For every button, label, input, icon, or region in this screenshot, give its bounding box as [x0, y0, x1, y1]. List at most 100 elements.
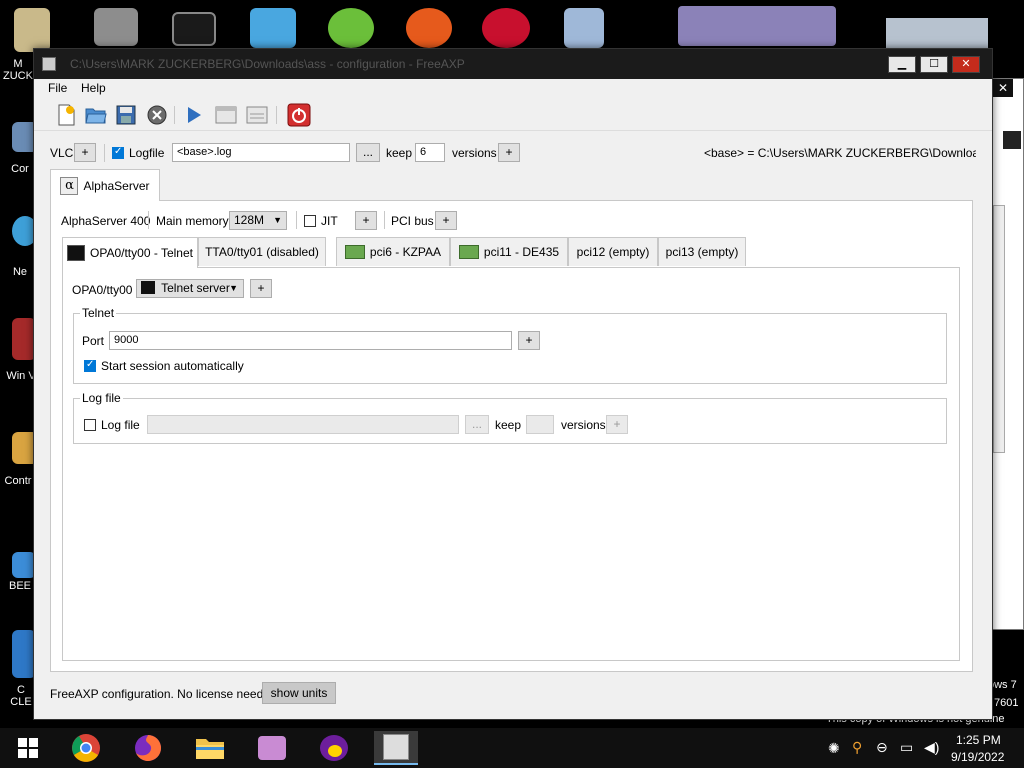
title-bar[interactable]: C:\Users\MARK ZUCKERBERG\Downloads\ass -…	[34, 49, 992, 79]
logfile-input[interactable]: <base>.log	[172, 143, 350, 162]
desktop-p-app-icon[interactable]	[406, 8, 452, 48]
pci-add-button[interactable]: +	[435, 211, 457, 230]
yahoo-messenger-icon	[320, 735, 348, 761]
volume-tray-icon[interactable]: ◀)	[924, 739, 939, 756]
device-logfile-checkbox[interactable]	[84, 419, 96, 431]
power-icon[interactable]	[287, 103, 311, 127]
yahoo-taskbar-button[interactable]	[312, 731, 356, 765]
chrome-taskbar-button[interactable]	[64, 731, 108, 765]
desktop-label-network: Ne	[12, 266, 28, 278]
close-icon[interactable]: ✕	[993, 79, 1013, 97]
device-logfile-add-button[interactable]: +	[606, 415, 628, 434]
windows-build-fragment: 7601	[994, 697, 1019, 709]
tab-alphaserver[interactable]: α AlphaServer	[50, 169, 160, 201]
port-add-button[interactable]: +	[518, 331, 540, 350]
desktop-computer-icon[interactable]	[564, 8, 604, 48]
display-tray-icon[interactable]: ▭	[900, 739, 913, 756]
device-logfile-group-title: Log file	[80, 391, 123, 405]
autostart-checkbox[interactable]	[84, 359, 96, 372]
menu-file[interactable]: File	[48, 81, 67, 95]
explorer-taskbar-button[interactable]	[188, 731, 232, 765]
pci-card-icon	[458, 245, 479, 259]
status-tray-icon[interactable]: ⊖	[876, 739, 888, 756]
device-add-button[interactable]: +	[250, 279, 272, 298]
device-logfile-group: Log file Log file ... keep versions +	[73, 391, 947, 444]
device-keep-input[interactable]	[526, 415, 554, 434]
minimize-button[interactable]: ▁	[888, 56, 916, 73]
chevron-down-icon: ▼	[229, 283, 238, 293]
app-taskbar-button[interactable]	[250, 731, 294, 765]
device-panel: OPA0/tty00 Telnet server ▼ + Telnet Port…	[62, 267, 960, 661]
device-type-value: Telnet server	[161, 281, 230, 295]
keep-versions-input[interactable]: 6	[415, 143, 445, 162]
freeaxp-icon	[383, 734, 409, 760]
clock-date[interactable]: 9/19/2022	[951, 750, 1004, 764]
background-window: ✕	[992, 78, 1024, 630]
run-icon[interactable]	[182, 103, 206, 127]
device-type-select[interactable]: Telnet server ▼	[136, 279, 244, 298]
tab-pci13[interactable]: pci13 (empty)	[658, 237, 746, 266]
menu-help[interactable]: Help	[81, 81, 106, 95]
firefox-taskbar-button[interactable]	[126, 731, 170, 765]
windows-icon	[18, 738, 38, 758]
autostart-label: Start session automatically	[101, 359, 244, 373]
tab-pci13-label: pci13 (empty)	[665, 245, 739, 259]
tab-pci12-label: pci12 (empty)	[576, 245, 650, 259]
desktop-cmd-icon[interactable]	[172, 12, 216, 46]
terminal-icon	[67, 245, 86, 261]
desktop-user-folder-icon[interactable]	[14, 8, 50, 52]
tab-pci11[interactable]: pci11 - DE435	[450, 237, 568, 266]
desktop-bad-piggies-icon[interactable]	[328, 8, 374, 48]
yahoo-messenger-window[interactable]	[678, 6, 836, 46]
scrollbar[interactable]	[993, 205, 1005, 453]
freeaxp-taskbar-button[interactable]	[374, 731, 418, 765]
device-logfile-browse-button[interactable]: ...	[465, 415, 489, 434]
desktop-app-icon[interactable]	[250, 8, 296, 48]
server-model: AlphaServer 400	[61, 214, 151, 228]
close-config-icon[interactable]	[145, 103, 169, 127]
desktop-notes-icon[interactable]	[94, 8, 138, 46]
tab-pci12[interactable]: pci12 (empty)	[568, 237, 658, 266]
panel-icon[interactable]	[245, 103, 269, 127]
device-versions-label: versions	[561, 418, 606, 432]
jit-add-button[interactable]: +	[355, 211, 377, 230]
freeaxp-window: C:\Users\MARK ZUCKERBERG\Downloads\ass -…	[33, 48, 993, 720]
close-button[interactable]: ✕	[952, 56, 980, 73]
app-icon[interactable]	[42, 57, 56, 71]
save-icon[interactable]	[114, 103, 138, 127]
tab-opa0-label: OPA0/tty00 - Telnet	[90, 246, 193, 260]
tab-alphaserver-label: AlphaServer	[83, 178, 150, 193]
port-input[interactable]: 9000	[109, 331, 512, 350]
start-button[interactable]	[6, 731, 50, 765]
logfile-browse-button[interactable]: ...	[356, 143, 380, 162]
jit-checkbox[interactable]	[304, 215, 316, 227]
search-tray-icon[interactable]: ⚲	[852, 739, 862, 756]
logfile-add-button[interactable]: +	[498, 143, 520, 162]
show-units-button[interactable]: show units	[262, 682, 336, 704]
desktop-devcpp-icon[interactable]	[482, 8, 530, 48]
tab-opa0[interactable]: OPA0/tty00 - Telnet	[62, 237, 198, 268]
window-icon[interactable]	[214, 103, 238, 127]
clock-time[interactable]: 1:25 PM	[956, 733, 1001, 747]
separator	[148, 211, 149, 229]
desktop-photo-window	[886, 18, 988, 48]
taskbar: ✺ ⚲ ⊖ ▭ ◀) 1:25 PM 9/19/2022	[0, 728, 1024, 768]
device-keep-label: keep	[495, 418, 522, 432]
open-icon[interactable]	[84, 103, 108, 127]
maximize-button[interactable]: ☐	[920, 56, 948, 73]
alphaserver-panel: AlphaServer 400 Main memory: 128M ▼ JIT …	[50, 200, 973, 672]
device-port-label: OPA0/tty00	[72, 283, 133, 297]
vlc-add-button[interactable]: +	[74, 143, 96, 162]
desktop-label-user: M ZUCK	[3, 58, 33, 82]
app-icon	[258, 736, 286, 760]
new-icon[interactable]	[54, 103, 78, 127]
tab-tta0[interactable]: TTA0/tty01 (disabled)	[198, 237, 326, 266]
main-memory-select[interactable]: 128M ▼	[229, 211, 287, 230]
device-logfile-input[interactable]	[147, 415, 459, 434]
network-tray-icon[interactable]: ✺	[828, 740, 840, 757]
desktop-label-ccleaner: C CLE	[10, 684, 32, 708]
logfile-checkbox[interactable]	[112, 146, 124, 159]
tab-pci6[interactable]: pci6 - KZPAA	[336, 237, 450, 266]
desktop-label-computer: Cor	[11, 163, 29, 175]
desktop-label-winrar: Win V	[6, 370, 36, 382]
